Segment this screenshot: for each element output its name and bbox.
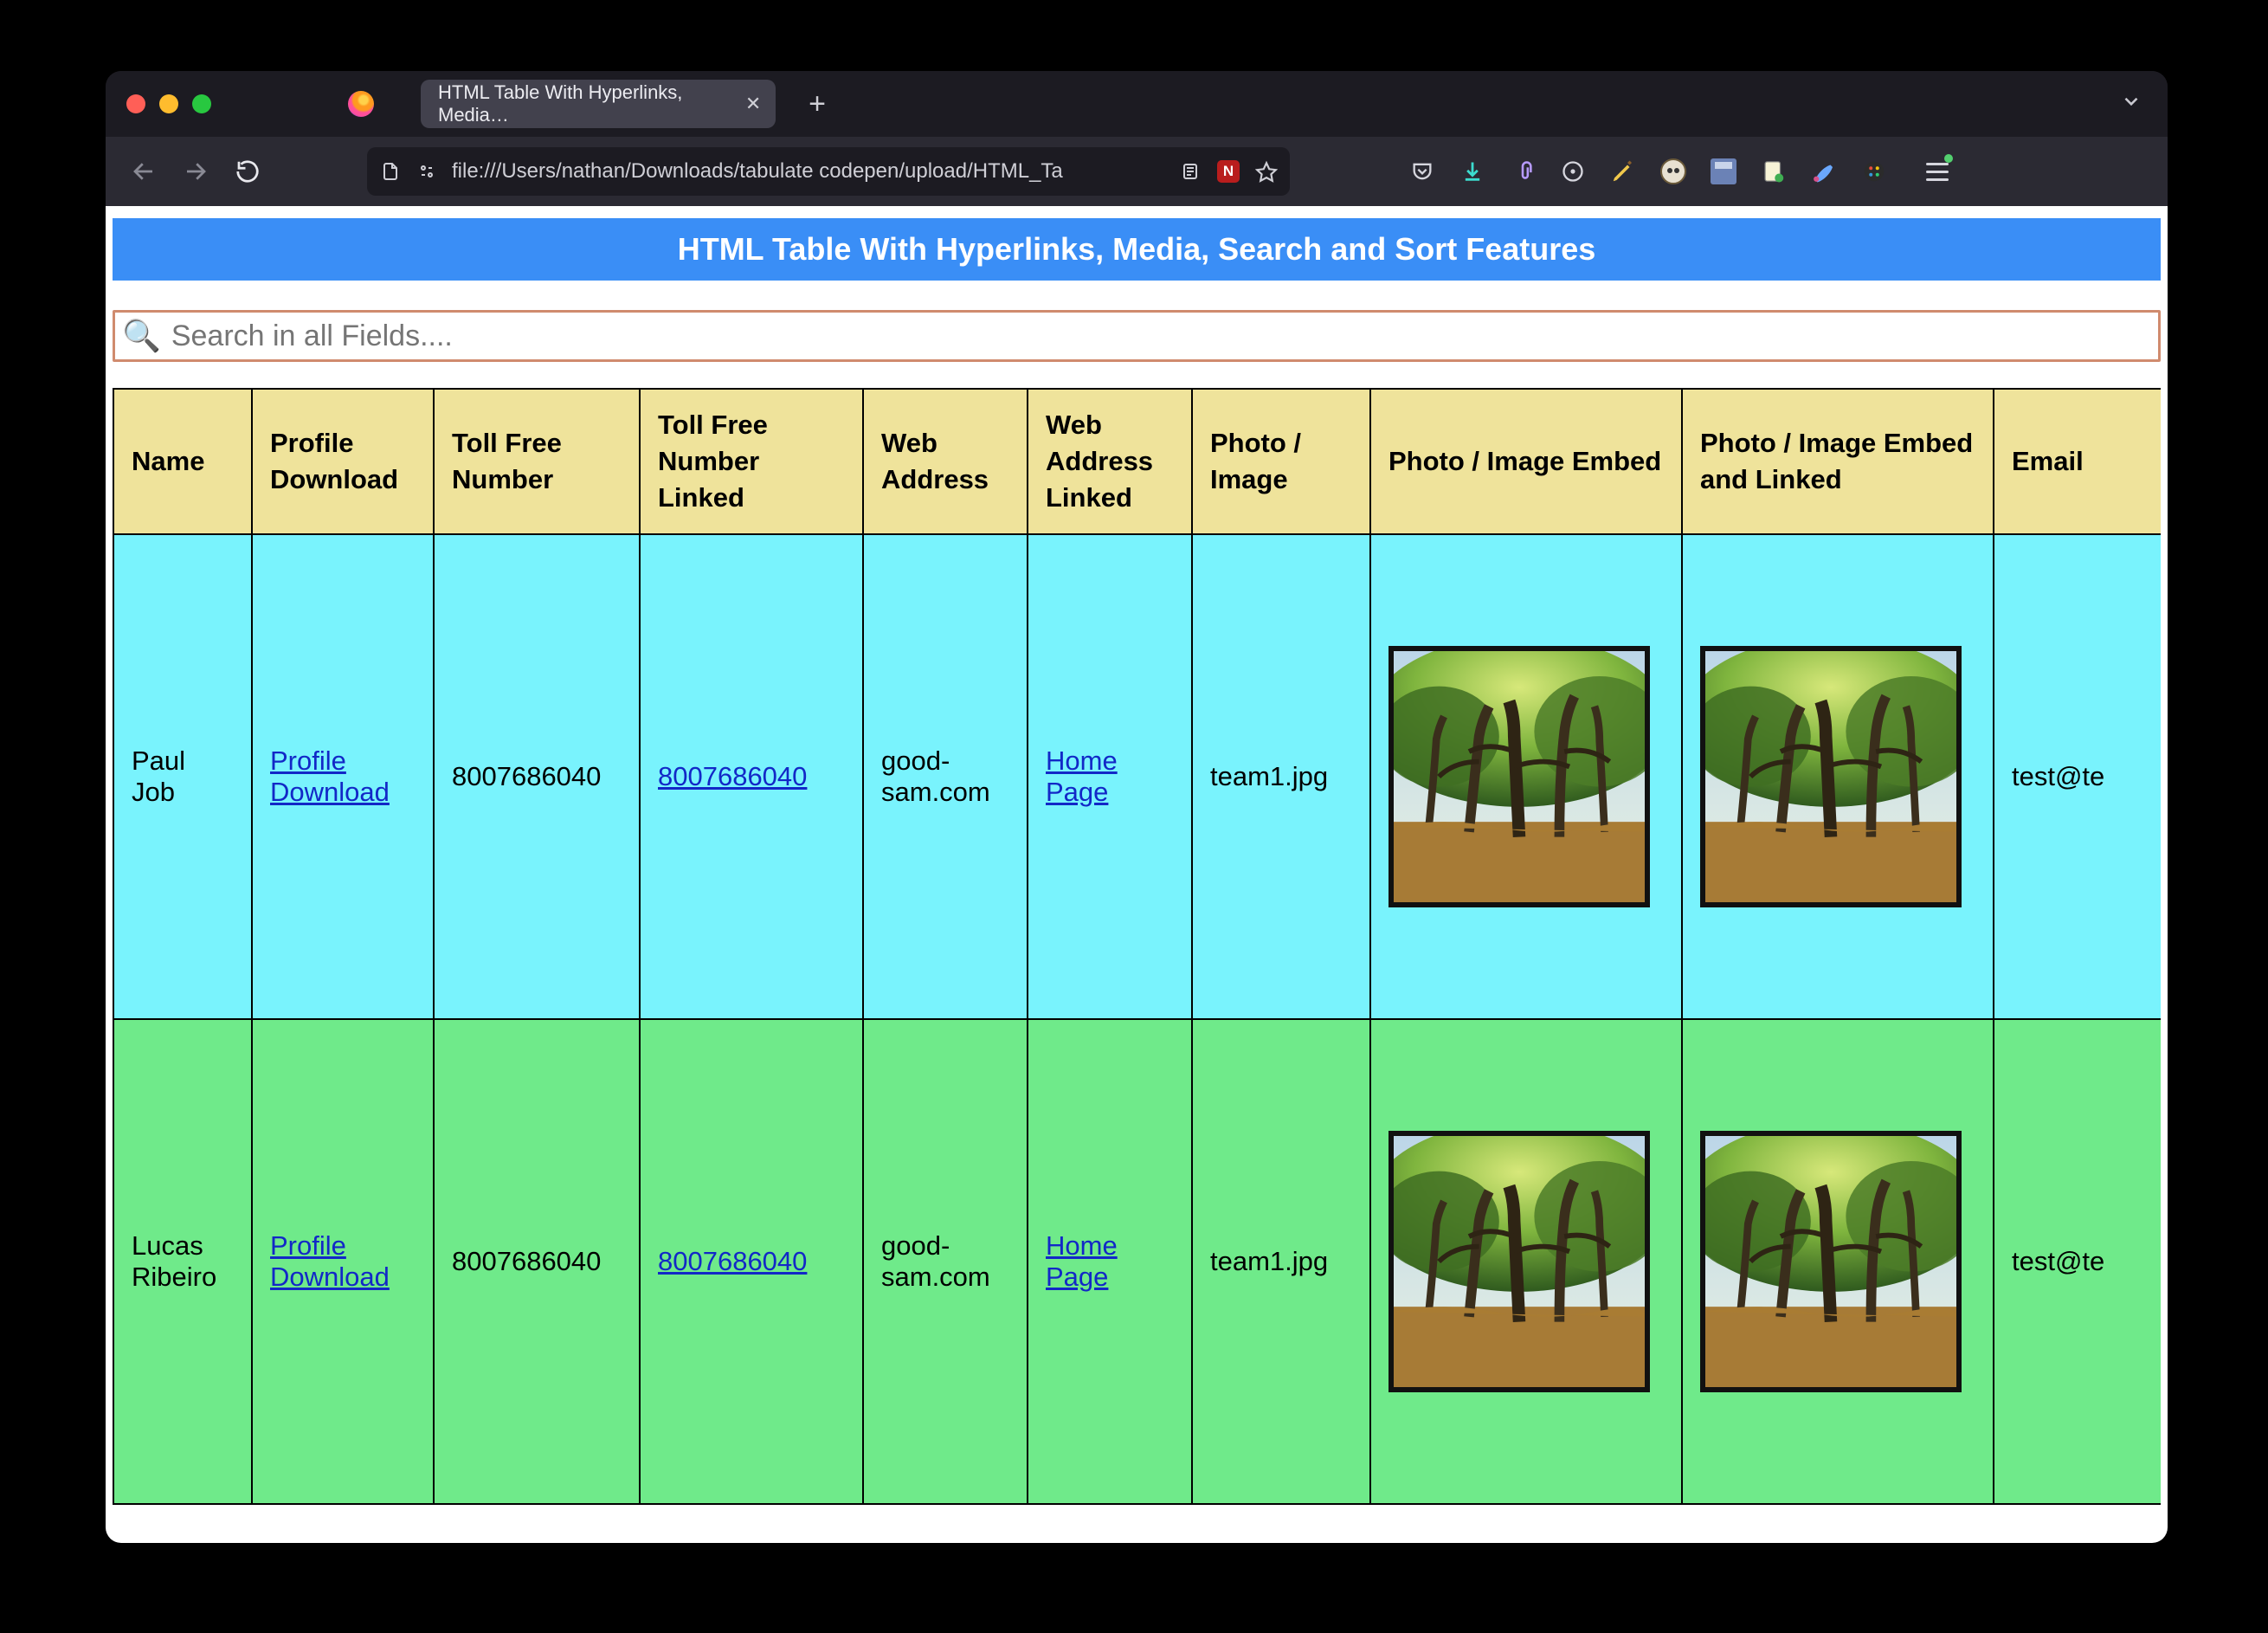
firefox-logo-icon — [348, 91, 374, 117]
cell-photo: team1.jpg — [1192, 1019, 1370, 1504]
cell-name: Paul Job — [113, 534, 252, 1019]
cell-web-linked: Home Page — [1028, 534, 1192, 1019]
cell-email: test@te — [1994, 1019, 2161, 1504]
maximize-window-button[interactable] — [192, 94, 211, 113]
cell-photo: team1.jpg — [1192, 534, 1370, 1019]
app-menu-button[interactable] — [1920, 154, 1955, 189]
cell-email: test@te — [1994, 534, 2161, 1019]
window-controls — [126, 94, 211, 113]
cell-photo-embed-linked — [1682, 1019, 1994, 1504]
permissions-icon[interactable] — [416, 160, 438, 183]
new-tab-button[interactable]: + — [800, 87, 834, 121]
forward-button — [177, 152, 215, 190]
profile-download-link[interactable]: Profile Download — [270, 1230, 390, 1292]
cell-web: good-sam.com — [863, 534, 1028, 1019]
search-container: 🔍 — [113, 310, 2161, 362]
profile-download-link[interactable]: Profile Download — [270, 746, 390, 807]
col-photo[interactable]: Photo / Image — [1192, 389, 1370, 534]
col-photo-embed-l[interactable]: Photo / Image Embed and Linked — [1682, 389, 1994, 534]
reload-button[interactable] — [229, 152, 267, 190]
cell-web-linked: Home Page — [1028, 1019, 1192, 1504]
reader-mode-icon[interactable] — [1179, 160, 1202, 183]
col-web[interactable]: Web Address — [863, 389, 1028, 534]
col-photo-embed[interactable]: Photo / Image Embed — [1370, 389, 1682, 534]
photo-embed-linked-thumb — [1700, 1131, 1962, 1392]
tab-close-button[interactable]: ✕ — [743, 93, 764, 115]
cell-toll-free-linked: 8007686040 — [640, 1019, 863, 1504]
table-row: Lucas Ribeiro Profile Download 800768604… — [113, 1019, 2161, 1504]
data-table: Name Profile Download Toll Free Number T… — [113, 388, 2161, 1505]
extension-palette-icon[interactable] — [1859, 157, 1889, 186]
photo-embed-link[interactable] — [1700, 646, 1975, 907]
extension-face-icon[interactable] — [1659, 157, 1688, 186]
bookmark-star-icon[interactable] — [1255, 160, 1278, 183]
extension-pencil-icon[interactable] — [1608, 157, 1638, 186]
col-toll-free[interactable]: Toll Free Number — [434, 389, 640, 534]
photo-embed-link[interactable] — [1700, 1131, 1975, 1392]
back-button — [125, 152, 163, 190]
cell-profile-download: Profile Download — [252, 1019, 434, 1504]
browser-tab[interactable]: HTML Table With Hyperlinks, Media… ✕ — [421, 80, 776, 128]
extension-brush-icon[interactable] — [1809, 157, 1839, 186]
url-text: file:///Users/nathan/Downloads/tabulate … — [452, 159, 1165, 184]
cell-web: good-sam.com — [863, 1019, 1028, 1504]
extension-note-icon[interactable] — [1759, 157, 1788, 186]
cell-photo-embed — [1370, 534, 1682, 1019]
page-title: HTML Table With Hyperlinks, Media, Searc… — [113, 218, 2161, 281]
tab-title: HTML Table With Hyperlinks, Media… — [438, 81, 731, 126]
noscript-badge-icon[interactable]: N — [1217, 160, 1240, 183]
extension-clip-icon[interactable] — [1508, 157, 1537, 186]
photo-embed-linked-thumb — [1700, 646, 1962, 907]
search-input[interactable] — [171, 320, 2151, 353]
tabs-dropdown-button[interactable] — [2116, 90, 2147, 119]
close-window-button[interactable] — [126, 94, 145, 113]
cell-toll-free: 8007686040 — [434, 1019, 640, 1504]
cell-profile-download: Profile Download — [252, 534, 434, 1019]
minimize-window-button[interactable] — [159, 94, 178, 113]
toolbar: file:///Users/nathan/Downloads/tabulate … — [106, 137, 2168, 206]
col-web-link[interactable]: Web Address Linked — [1028, 389, 1192, 534]
table-header-row: Name Profile Download Toll Free Number T… — [113, 389, 2161, 534]
cell-photo-embed — [1370, 1019, 1682, 1504]
page-content: HTML Table With Hyperlinks, Media, Searc… — [106, 206, 2168, 1543]
extension-circle-icon[interactable] — [1558, 157, 1588, 186]
download-icon[interactable] — [1458, 157, 1487, 186]
col-toll-free-link[interactable]: Toll Free Number Linked — [640, 389, 863, 534]
toll-free-link[interactable]: 8007686040 — [658, 1246, 807, 1276]
home-page-link[interactable]: Home Page — [1046, 746, 1118, 807]
cell-name: Lucas Ribeiro — [113, 1019, 252, 1504]
col-name[interactable]: Name — [113, 389, 252, 534]
browser-window: HTML Table With Hyperlinks, Media… ✕ + f… — [106, 71, 2168, 1543]
table-row: Paul Job Profile Download 8007686040 800… — [113, 534, 2161, 1019]
home-page-link[interactable]: Home Page — [1046, 1230, 1118, 1292]
cell-toll-free: 8007686040 — [434, 534, 640, 1019]
cell-photo-embed-linked — [1682, 534, 1994, 1019]
toll-free-link[interactable]: 8007686040 — [658, 761, 807, 791]
col-email[interactable]: Email — [1994, 389, 2161, 534]
photo-embed-thumb — [1389, 1131, 1650, 1392]
file-icon — [379, 160, 402, 183]
pocket-icon[interactable] — [1408, 157, 1437, 186]
search-icon: 🔍 — [122, 318, 161, 354]
cell-toll-free-linked: 8007686040 — [640, 534, 863, 1019]
titlebar: HTML Table With Hyperlinks, Media… ✕ + — [106, 71, 2168, 137]
address-bar[interactable]: file:///Users/nathan/Downloads/tabulate … — [367, 147, 1290, 196]
extension-save-icon[interactable] — [1709, 157, 1738, 186]
extension-icons — [1408, 157, 1889, 186]
col-profile-dl[interactable]: Profile Download — [252, 389, 434, 534]
photo-embed-thumb — [1389, 646, 1650, 907]
